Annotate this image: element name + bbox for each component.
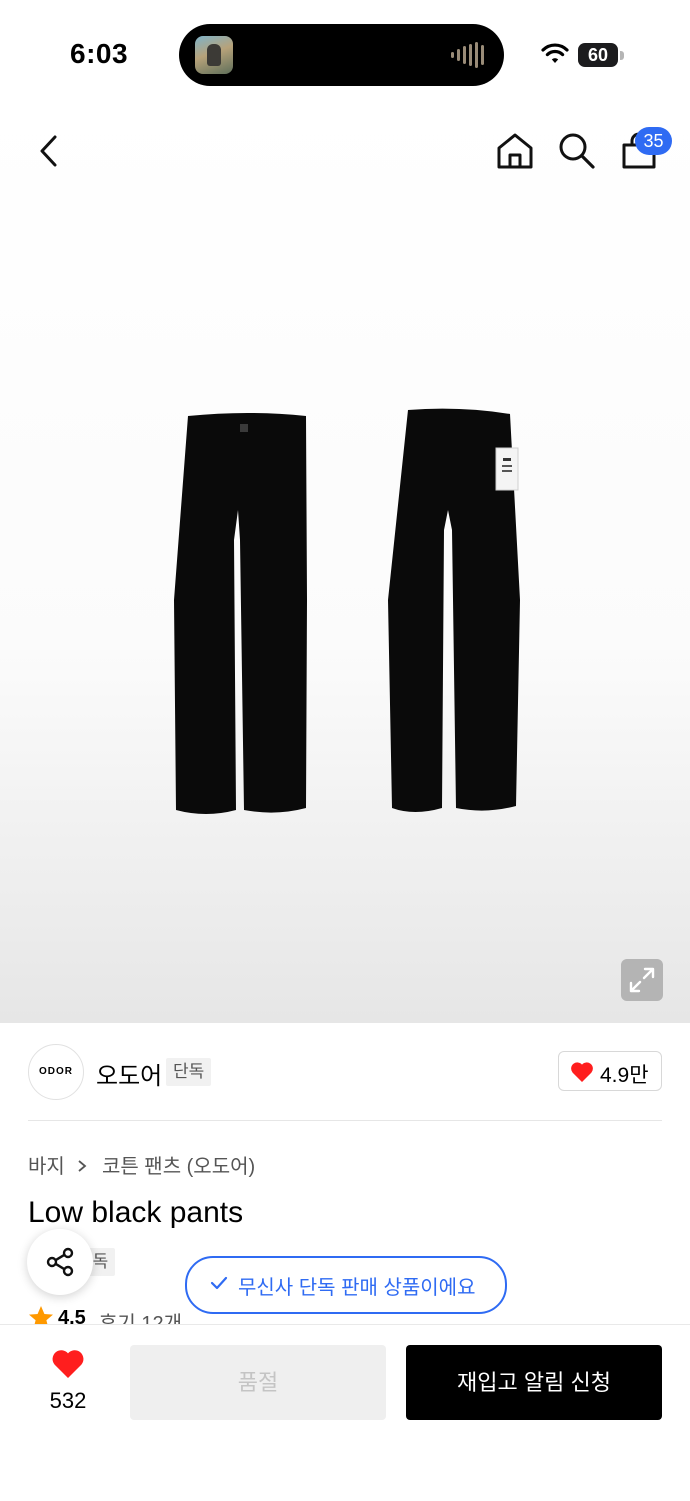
breadcrumb-item[interactable]: 바지 <box>28 1156 65 1178</box>
expand-image-button[interactable] <box>621 959 663 1001</box>
media-thumbnail-icon <box>195 36 233 74</box>
product-image <box>174 408 520 814</box>
wishlist-count: 532 <box>49 1388 87 1413</box>
chevron-right-icon <box>78 1160 87 1172</box>
brand-logo-text: ODOR <box>39 1066 73 1077</box>
cart-count-badge: 35 <box>635 127 672 155</box>
share-icon <box>46 1247 74 1277</box>
breadcrumb-item[interactable]: 코튼 팬츠 (오도어) <box>102 1156 255 1178</box>
wishlist-heart-icon[interactable] <box>51 1348 85 1380</box>
brand-name[interactable]: 오도어 <box>96 1056 162 1091</box>
search-icon[interactable] <box>557 131 597 171</box>
back-icon[interactable] <box>35 133 63 169</box>
check-icon <box>210 1276 228 1290</box>
restock-alert-button[interactable]: 재입고 알림 신청 <box>406 1345 662 1420</box>
dynamic-island[interactable] <box>179 24 504 86</box>
pants-back <box>388 408 520 812</box>
soldout-button[interactable]: 품절 <box>130 1345 386 1420</box>
brand-like-count: 4.9만 <box>600 1064 649 1087</box>
brand-like-button[interactable]: 4.9만 <box>558 1051 662 1091</box>
battery-percent: 60 <box>587 45 609 65</box>
status-time: 6:03 <box>70 38 129 69</box>
brand-logo[interactable]: ODOR <box>28 1044 84 1100</box>
battery-cap <box>620 51 624 60</box>
heart-icon <box>571 1062 593 1082</box>
brand-row: ODOR 오도어 단독 4.9만 <box>0 1023 690 1121</box>
wifi-icon <box>541 43 569 63</box>
share-button[interactable] <box>27 1229 93 1295</box>
brand-exclusive-tag: 단독 <box>166 1058 212 1086</box>
divider <box>28 1120 662 1121</box>
product-title: Low black pants <box>28 1196 244 1229</box>
status-bar: 6:03 60 <box>0 0 690 100</box>
exclusive-notice[interactable]: 무신사 단독 판매 상품이에요 <box>185 1256 507 1314</box>
pants-front <box>174 413 307 814</box>
exclusive-notice-text: 무신사 단독 판매 상품이에요 <box>238 1277 476 1299</box>
breadcrumb: 바지 코튼 팬츠 (오도어) <box>28 1150 261 1179</box>
expand-icon <box>629 967 655 993</box>
home-icon[interactable] <box>495 131 535 171</box>
audio-waveform-icon <box>451 42 484 68</box>
